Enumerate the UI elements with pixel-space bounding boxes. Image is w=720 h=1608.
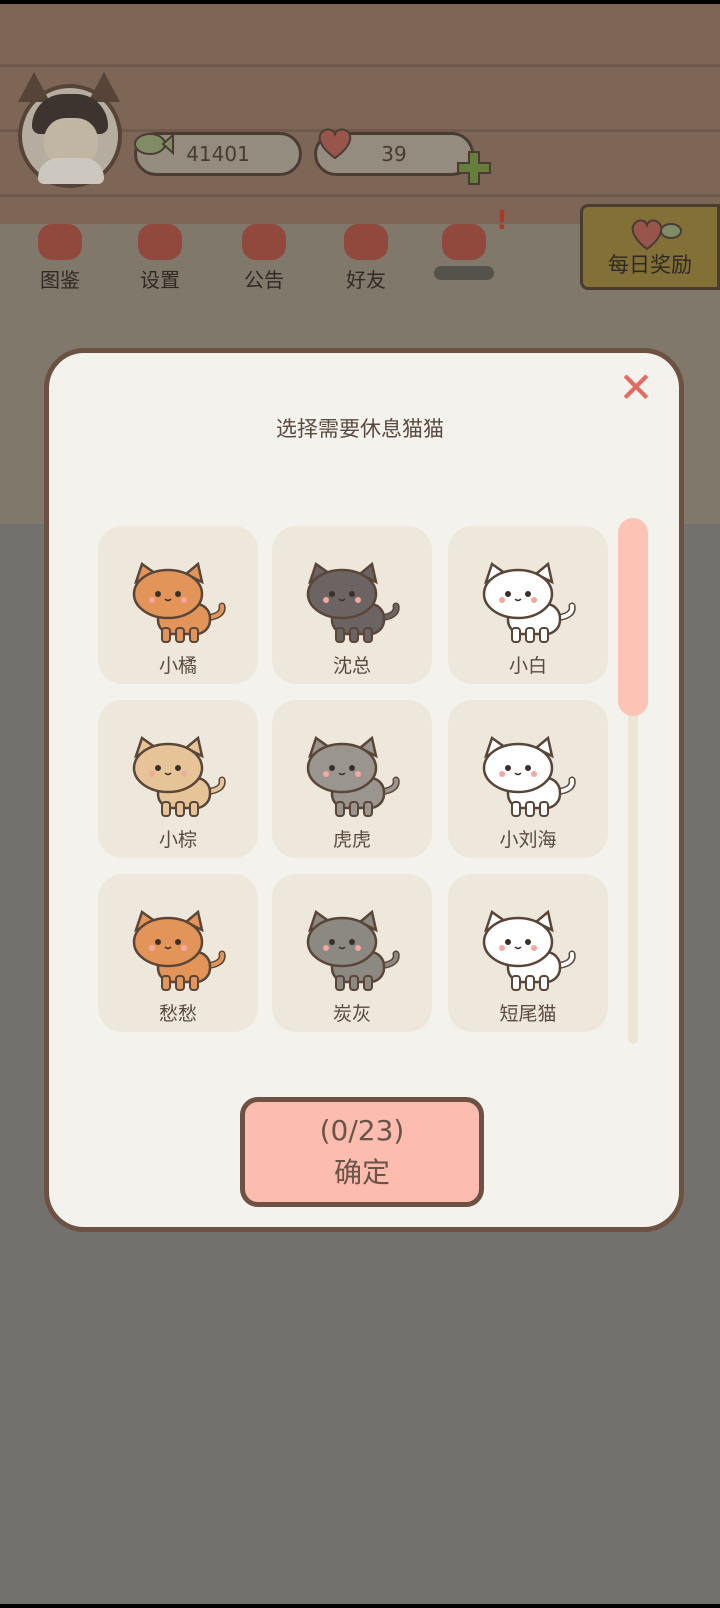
confirm-label: 确定	[333, 1156, 390, 1189]
cat-icon	[306, 910, 400, 991]
cat-name: 沈总	[332, 655, 371, 677]
dialog-title: 选择需要休息猫猫	[276, 417, 444, 441]
cat-name: 虎虎	[332, 829, 371, 851]
cat-icon	[132, 562, 226, 643]
cat-icon	[132, 736, 226, 817]
cat-card[interactable]: 小棕	[98, 700, 258, 858]
cat-card[interactable]: 愁愁	[98, 874, 258, 1032]
confirm-button[interactable]: (0/23) 确定	[240, 1097, 484, 1207]
cat-card[interactable]: 小刘海	[448, 700, 608, 858]
cat-card[interactable]: 沈总	[272, 526, 432, 684]
cat-name: 愁愁	[158, 1003, 197, 1025]
cat-icon	[482, 562, 576, 643]
cat-name: 小棕	[158, 829, 197, 851]
cat-name: 短尾猫	[499, 1003, 557, 1025]
cat-icon	[306, 562, 400, 643]
close-icon[interactable]: ✕	[614, 366, 658, 410]
cat-icon	[132, 910, 226, 991]
cat-name: 小刘海	[499, 829, 557, 851]
selection-count: (0/23)	[319, 1114, 405, 1147]
cat-name: 小橘	[158, 655, 197, 677]
cat-card[interactable]: 虎虎	[272, 700, 432, 858]
scrollbar-thumb[interactable]	[618, 518, 648, 716]
cat-card[interactable]: 小白	[448, 526, 608, 684]
cat-icon	[482, 910, 576, 991]
cat-card[interactable]: 短尾猫	[448, 874, 608, 1032]
cat-card[interactable]: 小橘	[98, 526, 258, 684]
cat-icon	[482, 736, 576, 817]
cat-icon	[306, 736, 400, 817]
cat-card[interactable]: 炭灰	[272, 874, 432, 1032]
cat-name: 炭灰	[332, 1003, 371, 1025]
cat-name: 小白	[508, 655, 547, 677]
